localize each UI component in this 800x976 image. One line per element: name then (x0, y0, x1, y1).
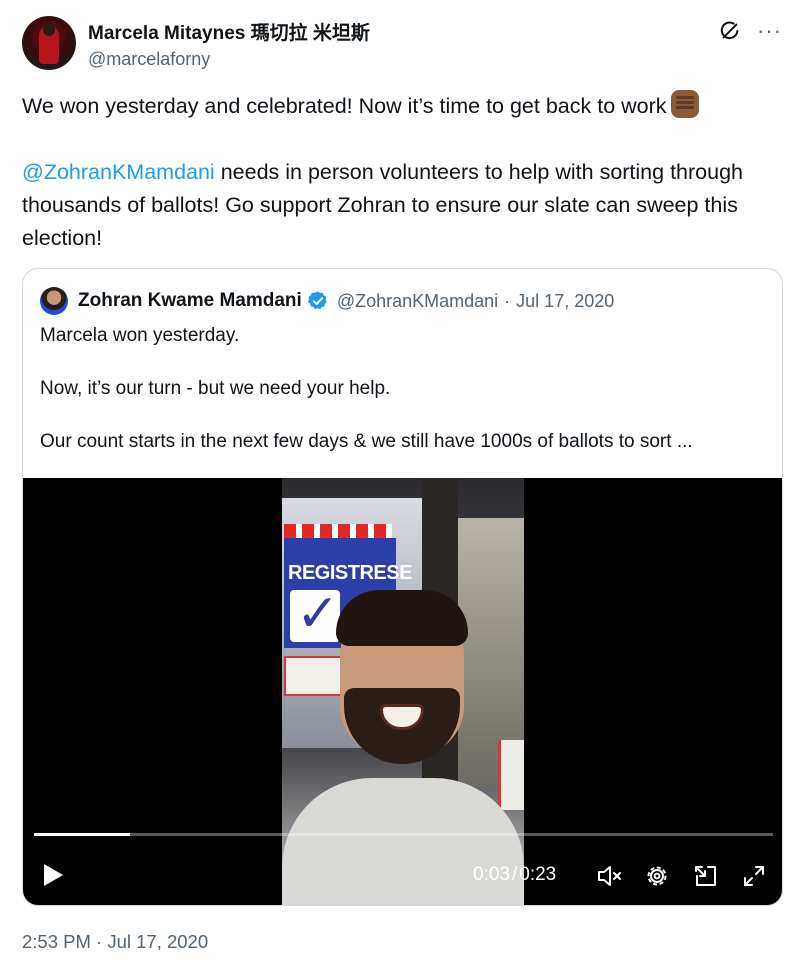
tweet-paragraph-2: @ZohranKMamdani needs in person voluntee… (22, 156, 782, 255)
duration: 0:23 (519, 864, 557, 885)
avatar-head (43, 24, 55, 36)
video-player[interactable]: REGISTRESE 0:03/0:23 (23, 478, 782, 905)
more-icon[interactable]: ··· (757, 20, 782, 42)
fullscreen-icon[interactable] (741, 863, 767, 889)
author-block: Marcela Mitaynes 瑪切拉 米坦斯 @marcelaforny (88, 18, 370, 70)
quote-paragraph: Our count starts in the next few days & … (40, 431, 693, 452)
mute-icon[interactable] (596, 863, 622, 889)
mention-link[interactable]: @ZohranKMamdani (22, 160, 215, 184)
verified-badge-icon (307, 291, 327, 310)
person-shirt (282, 778, 524, 905)
play-icon[interactable] (41, 862, 65, 888)
checkmark-icon (290, 584, 340, 644)
quote-separator: · (504, 290, 511, 311)
time-separator: / (511, 864, 518, 885)
tweet-timestamp[interactable]: 2:53 PM · Jul 17, 2020 (22, 931, 208, 953)
window-sign-right (498, 740, 524, 810)
author-avatar[interactable] (22, 16, 76, 70)
video-time: 0:03/0:23 (473, 864, 556, 886)
raised-fist-emoji-icon (670, 90, 699, 118)
tweet-paragraph-1: We won yesterday and celebrated! Now it’… (22, 90, 782, 123)
quote-date[interactable]: Jul 17, 2020 (516, 291, 614, 312)
quote-author-name[interactable]: Zohran Kwame Mamdani (78, 290, 302, 312)
author-name[interactable]: Marcela Mitaynes 瑪切拉 米坦斯 (88, 18, 370, 45)
current-time: 0:03 (473, 864, 510, 885)
settings-icon[interactable] (644, 863, 670, 889)
pip-icon[interactable] (693, 863, 719, 889)
tweet-line-1: We won yesterday and celebrated! Now it’… (22, 94, 667, 118)
author-handle[interactable]: @marcelaforny (88, 49, 370, 70)
video-progress-bar[interactable] (34, 833, 773, 836)
video-progress-fill (34, 833, 131, 836)
quote-header: Zohran Kwame Mamdani @ZohranKMamdani · J… (40, 287, 614, 315)
grok-icon[interactable] (719, 20, 741, 42)
quote-paragraph: Now, it’s our turn - but we need your he… (40, 378, 391, 399)
header-actions: ··· (719, 20, 782, 42)
quote-avatar[interactable] (40, 287, 68, 315)
poster-text: REGISTRESE (288, 562, 412, 584)
quote-paragraph: Marcela won yesterday. (40, 325, 240, 346)
video-frame: REGISTRESE (282, 478, 524, 905)
quoted-tweet[interactable]: Zohran Kwame Mamdani @ZohranKMamdani · J… (22, 268, 783, 906)
quote-handle[interactable]: @ZohranKMamdani (337, 291, 498, 312)
tweet-text: We won yesterday and celebrated! Now it’… (22, 90, 782, 255)
person-hair (336, 590, 468, 646)
quote-text: Marcela won yesterday. Now, it’s our tur… (40, 323, 770, 482)
